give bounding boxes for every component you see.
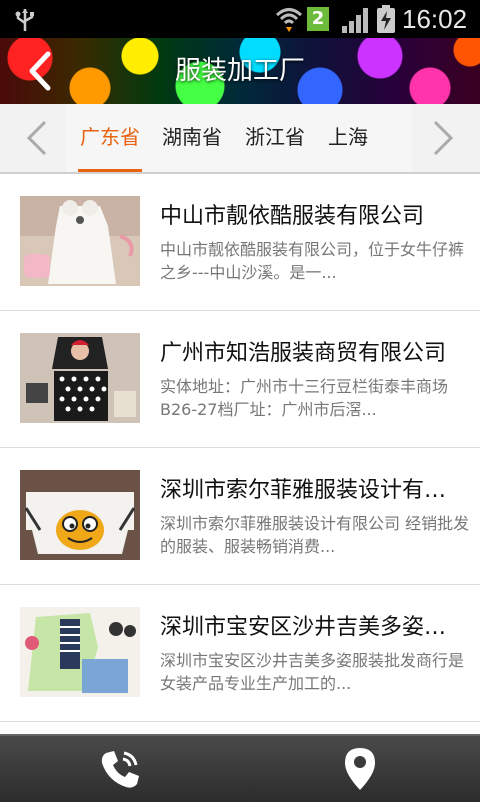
company-description: 中山市靓依酷服装有限公司，位于女牛仔裤之乡---中山沙溪。是一... — [160, 240, 465, 282]
product-thumbnail — [20, 196, 140, 286]
chevron-left-icon — [26, 120, 47, 156]
company-description: 深圳市宝安区沙井吉美多姿服装批发商行是女装产品专业生产加工的... — [160, 651, 465, 693]
province-tabs: 广东省 湖南省 浙江省 上海 — [66, 104, 412, 172]
tabs-prev-button[interactable] — [4, 104, 70, 172]
chevron-right-icon — [433, 120, 454, 156]
location-button[interactable] — [300, 736, 420, 802]
phone-icon — [101, 751, 139, 788]
company-name: 深圳市宝安区沙井吉美多姿服装批发商行 — [160, 615, 464, 640]
signal-icon — [342, 8, 368, 33]
province-tab-bar: 广东省 湖南省 浙江省 上海 — [0, 104, 480, 174]
list-item[interactable]: 深圳市索尔菲雅服装设计有限公司 深圳市索尔菲雅服装设计有限公司 经销批发的服装、… — [0, 448, 480, 585]
status-bar: 2 16:02 — [0, 0, 480, 38]
usb-icon — [15, 9, 34, 31]
battery-charging-icon — [377, 5, 395, 33]
company-description: 深圳市索尔菲雅服装设计有限公司 经销批发的服装、服装畅销消费... — [160, 514, 470, 556]
list-item[interactable]: 深圳市宝安区沙井吉美多姿服装批发商行 深圳市宝安区沙井吉美多姿服装批发商行是女装… — [0, 585, 480, 722]
list-item[interactable]: 广州市知浩服装商贸有限公司 实体地址：广州市十三行豆栏街泰丰商场B26-27档厂… — [0, 311, 480, 448]
company-name: 中山市靓依酷服装有限公司 — [160, 204, 425, 229]
bottom-action-bar — [0, 734, 480, 802]
page-title: 服装加工厂 — [174, 56, 305, 86]
company-description: 实体地址：广州市十三行豆栏街泰丰商场B26-27档厂址：广州市后滘... — [160, 377, 449, 419]
clock: 16:02 — [402, 4, 468, 34]
company-name: 深圳市索尔菲雅服装设计有限公司 — [160, 478, 464, 503]
tabs-next-button[interactable] — [410, 104, 476, 172]
company-name: 广州市知浩服装商贸有限公司 — [160, 341, 447, 366]
tab-shanghai[interactable]: 上海 — [326, 104, 370, 172]
call-button[interactable] — [60, 736, 180, 802]
product-thumbnail — [20, 607, 140, 697]
product-thumbnail — [20, 333, 140, 423]
list-item[interactable]: 中山市靓依酷服装有限公司 中山市靓依酷服装有限公司，位于女牛仔裤之乡---中山沙… — [0, 174, 480, 311]
app-header: 服装加工厂 — [0, 38, 480, 104]
wifi-icon — [275, 8, 303, 32]
sim-badge: 2 — [307, 7, 329, 31]
tab-zhejiang[interactable]: 浙江省 — [243, 104, 307, 172]
product-thumbnail — [20, 470, 140, 560]
tab-guangdong[interactable]: 广东省 — [78, 104, 142, 172]
tab-hunan[interactable]: 湖南省 — [160, 104, 224, 172]
location-pin-icon — [345, 748, 375, 790]
